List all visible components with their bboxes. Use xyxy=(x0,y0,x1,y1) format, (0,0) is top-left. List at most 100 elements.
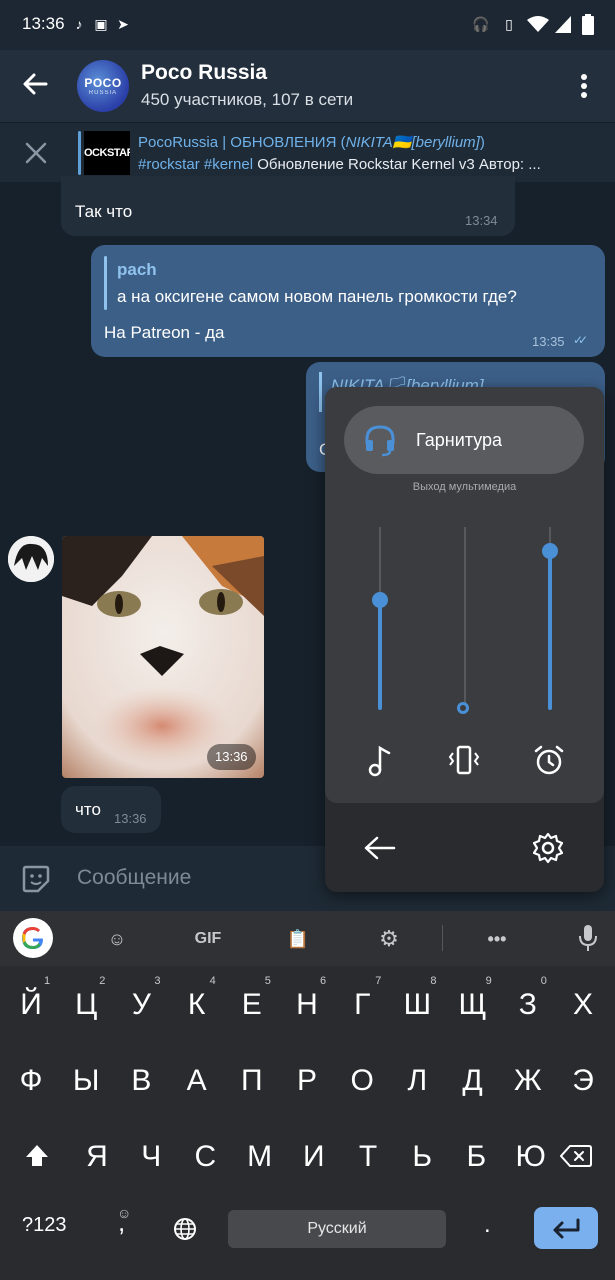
wifi-icon xyxy=(527,16,549,32)
pinned-title: PocoRussia | ОБНОВЛЕНИЯ (NIKITA🇺🇦[beryll… xyxy=(138,134,485,151)
numbers-key[interactable]: ?123 xyxy=(22,1214,67,1237)
key-Н[interactable]: Н6 xyxy=(280,975,334,1035)
key-label: Х xyxy=(572,988,593,1021)
key-label: Э xyxy=(572,1064,594,1097)
cat-image xyxy=(62,536,264,778)
key-У[interactable]: У3 xyxy=(114,975,168,1035)
key-Е[interactable]: Е5 xyxy=(225,975,279,1035)
key-Ь[interactable]: Ь xyxy=(395,1127,449,1187)
reply-quote[interactable]: а на оксигене самом новом панель громкос… xyxy=(117,287,517,307)
alarm-icon[interactable] xyxy=(532,743,566,777)
key-Ч[interactable]: Ч xyxy=(124,1127,178,1187)
key-label: Й xyxy=(20,988,42,1021)
key-label: О xyxy=(350,1064,374,1097)
audio-output-button[interactable]: Гарнитура xyxy=(344,406,584,474)
key-З[interactable]: З0 xyxy=(501,975,555,1035)
key-Л[interactable]: Л xyxy=(390,1051,444,1111)
anime-avatar-image xyxy=(8,536,54,582)
key-Т[interactable]: Т xyxy=(341,1127,395,1187)
vibrate-icon[interactable] xyxy=(447,743,481,777)
more-horiz-icon[interactable]: ••• xyxy=(483,925,511,953)
google-icon[interactable] xyxy=(13,918,53,958)
clipboard-icon[interactable]: 📋 xyxy=(284,925,312,953)
key-label: М xyxy=(247,1140,273,1173)
key-hint-number: 1 xyxy=(44,975,51,987)
music-volume-knob[interactable] xyxy=(372,592,388,609)
period-key[interactable]: . xyxy=(484,1211,491,1239)
key-hint-number: 9 xyxy=(485,975,492,987)
key-В[interactable]: В xyxy=(114,1051,168,1111)
sticker-icon[interactable]: ☺ xyxy=(103,925,131,953)
enter-key[interactable] xyxy=(534,1207,598,1249)
gif-button[interactable]: GIF xyxy=(188,925,228,953)
key-Х[interactable]: Х xyxy=(556,975,610,1035)
key-Э[interactable]: Э xyxy=(556,1051,610,1111)
key-label: Ф xyxy=(19,1064,43,1097)
key-hint-number: 2 xyxy=(99,975,106,987)
key-Ж[interactable]: Ж xyxy=(501,1051,555,1111)
key-М[interactable]: М xyxy=(233,1127,287,1187)
sticker-icon[interactable] xyxy=(20,863,52,895)
key-hint-number: 4 xyxy=(209,975,216,987)
pinned-preview: #rockstar #kernel Обновление Rockstar Ke… xyxy=(138,156,541,173)
key-Я[interactable]: Я xyxy=(70,1127,124,1187)
reply-author[interactable]: pach xyxy=(117,260,157,280)
key-label: Ю xyxy=(515,1140,546,1173)
key-А[interactable]: А xyxy=(170,1051,224,1111)
music-note-icon[interactable] xyxy=(363,743,397,777)
pinned-thumbnail: OCKSTAR xyxy=(84,131,130,175)
key-Ю[interactable]: Ю xyxy=(504,1127,558,1187)
key-Ф[interactable]: Ф xyxy=(4,1051,58,1111)
chat-header: POCO RUSSIA Poco Russia 450 участников, … xyxy=(0,50,615,122)
message-text: На Patreon - да xyxy=(104,323,225,342)
key-И[interactable]: И xyxy=(287,1127,341,1187)
key-Ы[interactable]: Ы xyxy=(59,1051,113,1111)
key-К[interactable]: К4 xyxy=(170,975,224,1035)
key-Г[interactable]: Г7 xyxy=(335,975,389,1035)
close-icon[interactable] xyxy=(22,139,50,167)
pinned-message[interactable]: OCKSTAR PocoRussia | ОБНОВЛЕНИЯ (NIKITA🇺… xyxy=(0,122,615,182)
key-label: К xyxy=(187,988,206,1021)
message-input[interactable]: Сообщение xyxy=(77,866,191,890)
avatar-logo-text: POCO xyxy=(84,76,122,90)
key-Б[interactable]: Б xyxy=(449,1127,503,1187)
double-check-icon: ✓✓ xyxy=(573,333,588,347)
status-time: 13:36 xyxy=(22,14,65,33)
microphone-icon[interactable] xyxy=(578,924,598,952)
key-label: Е xyxy=(241,988,262,1021)
shift-icon[interactable] xyxy=(24,1143,50,1169)
cat-photo[interactable] xyxy=(62,536,264,778)
tiktok-icon: ♪ xyxy=(75,16,83,32)
key-hint-number: 3 xyxy=(154,975,161,987)
key-Ш[interactable]: Ш8 xyxy=(390,975,444,1035)
gear-icon[interactable] xyxy=(531,831,565,865)
alarm-volume-knob[interactable] xyxy=(542,542,558,559)
chat-title[interactable]: Poco Russia xyxy=(141,61,267,85)
backspace-icon[interactable] xyxy=(560,1144,592,1168)
key-label: А xyxy=(186,1064,207,1097)
globe-icon[interactable] xyxy=(173,1217,197,1241)
notification-volume-track[interactable] xyxy=(464,527,466,710)
comma-key[interactable]: , xyxy=(118,1207,125,1238)
key-Й[interactable]: Й1 xyxy=(4,975,58,1035)
notification-volume-knob[interactable] xyxy=(457,702,469,714)
back-arrow-icon[interactable] xyxy=(363,833,397,863)
key-О[interactable]: О xyxy=(335,1051,389,1111)
key-Ц[interactable]: Ц2 xyxy=(59,975,113,1035)
message-time: 13:34 xyxy=(465,213,498,228)
gear-icon[interactable]: ⚙ xyxy=(375,925,403,953)
key-Щ[interactable]: Щ9 xyxy=(446,975,500,1035)
user-avatar[interactable] xyxy=(8,536,54,582)
group-avatar[interactable]: POCO RUSSIA xyxy=(77,60,129,112)
back-arrow-icon[interactable] xyxy=(16,64,56,104)
key-П[interactable]: П xyxy=(225,1051,279,1111)
key-Р[interactable]: Р xyxy=(280,1051,334,1111)
key-label: С xyxy=(194,1140,217,1173)
reply-accent-bar xyxy=(319,372,322,412)
keyboard: ☺ GIF 📋 ⚙ ••• ?123 ☺ , Русский . Й1Ц2У3К… xyxy=(0,911,615,1280)
space-key[interactable]: Русский xyxy=(228,1210,446,1248)
message-text: Так что xyxy=(75,202,133,221)
key-Д[interactable]: Д xyxy=(446,1051,500,1111)
more-vert-icon[interactable] xyxy=(570,70,598,102)
key-С[interactable]: С xyxy=(178,1127,232,1187)
